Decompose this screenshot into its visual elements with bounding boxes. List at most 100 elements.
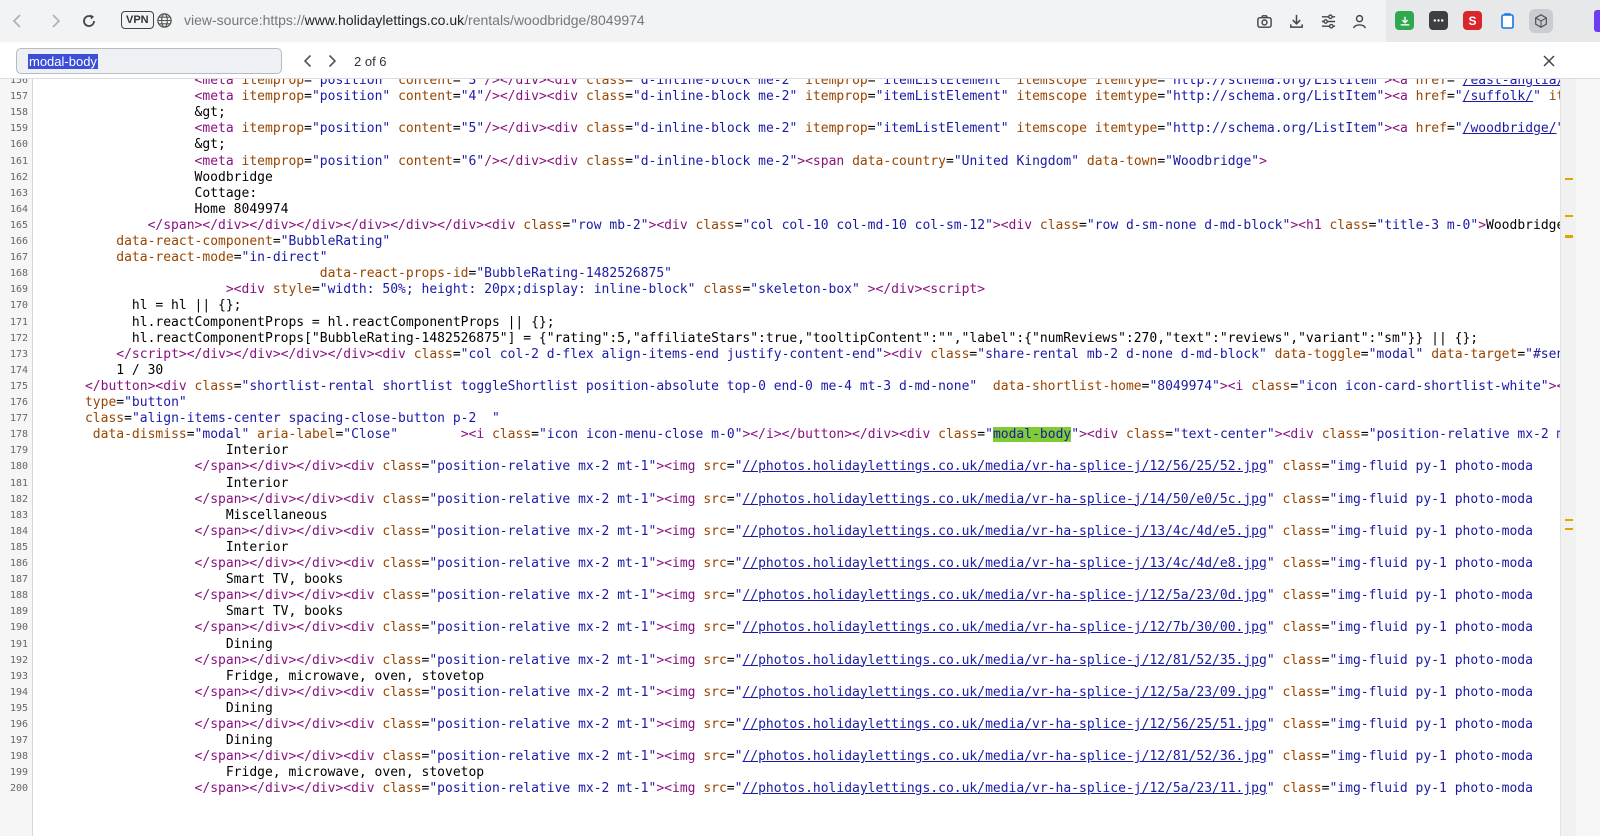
source-line: 197 Dining: [0, 733, 1560, 749]
search-match-marker: [1565, 215, 1573, 217]
source-line: 159 <meta itemprop="position" content="5…: [0, 121, 1560, 137]
source-line: 170 hl = hl || {};: [0, 298, 1560, 314]
site-info-globe-icon[interactable]: [156, 12, 173, 29]
line-number: 176: [9, 397, 28, 408]
line-number: 173: [9, 348, 28, 360]
source-line: 163 Cottage:: [0, 186, 1560, 202]
line-code: hl.reactComponentProps["BubbleRating-148…: [38, 330, 1479, 346]
line-number: 174: [9, 364, 28, 376]
search-match-marker: [1565, 178, 1573, 180]
source-line: 175 </button><div class="shortlist-renta…: [0, 379, 1560, 395]
line-number: 195: [9, 702, 28, 714]
url-domain: www.holidaylettings.co.uk: [304, 12, 465, 28]
line-code: </span></div></div><div class="position-…: [194, 620, 1533, 636]
line-number: 167: [9, 252, 28, 264]
source-line: 172 hl.reactComponentProps["BubbleRating…: [0, 331, 1560, 347]
source-line: 187 Smart TV, books: [0, 572, 1560, 588]
find-next-icon[interactable]: [323, 52, 341, 70]
forward-arrow-icon: [52, 14, 61, 28]
source-line: 169 ><div style="width: 50%; height: 20p…: [0, 282, 1560, 298]
source-line: 180 </span></div></div><div class="posit…: [0, 459, 1560, 475]
find-input[interactable]: modal-body: [16, 48, 282, 74]
source-line: 198 </span></div></div><div class="posit…: [0, 749, 1560, 765]
source-line: 162 Woodbridge: [0, 170, 1560, 186]
line-code: ><div style="width: 50%; height: 20px;di…: [225, 282, 986, 298]
source-line: 173 </script></div></div></div></div><di…: [0, 347, 1560, 363]
easy-setup-button[interactable]: [1318, 11, 1338, 31]
line-number: 191: [9, 638, 28, 650]
line-number: 169: [9, 284, 28, 296]
source-line: 194 </span></div></div><div class="posit…: [0, 685, 1560, 701]
source-line: 174 1 / 30: [0, 363, 1560, 379]
extensions-panel: S: [1386, 0, 1600, 42]
source-line: 168 data-react-props-id="BubbleRating-14…: [0, 266, 1560, 282]
line-code: <meta itemprop="position" content="3"/><…: [194, 79, 1560, 88]
source-line: 190 </span></div></div><div class="posit…: [0, 620, 1560, 636]
reload-button[interactable]: [74, 6, 104, 36]
extension-clipboard-icon[interactable]: [1497, 11, 1516, 30]
line-code: <meta itemprop="position" content="5"/><…: [194, 121, 1560, 137]
address-bar[interactable]: view-source:https://www.holidaylettings.…: [184, 12, 645, 28]
line-number: 192: [9, 654, 28, 666]
line-code: </span></div></div><div class="position-…: [194, 491, 1533, 507]
line-code: </span></div></div><div class="position-…: [194, 749, 1533, 765]
forward-button[interactable]: [40, 6, 70, 36]
line-code: Cottage:: [38, 185, 258, 201]
line-number: 161: [9, 155, 28, 167]
extension-cube-icon[interactable]: [1529, 9, 1553, 33]
line-code: hl = hl || {};: [38, 298, 242, 314]
side-panel-strip: [1576, 79, 1600, 836]
line-number: 181: [9, 477, 28, 489]
line-code: Smart TV, books: [38, 572, 344, 588]
line-code: <meta itemprop="position" content="4"/><…: [194, 89, 1560, 105]
line-number: 166: [9, 236, 28, 247]
source-line: 176 type="button": [0, 395, 1560, 411]
line-code: </span></div></div><div class="position-…: [194, 717, 1533, 732]
line-code: </span></div></div><div class="position-…: [194, 684, 1533, 700]
line-number: 159: [9, 123, 28, 135]
camera-icon: [1256, 14, 1272, 28]
line-number: 183: [9, 509, 28, 521]
back-button[interactable]: [3, 6, 33, 36]
sidebar-edge-icon[interactable]: [1594, 10, 1600, 32]
line-code: </span></div></div><div class="position-…: [194, 652, 1533, 668]
back-arrow-icon: [12, 14, 21, 28]
line-number: 197: [9, 735, 28, 747]
profile-button[interactable]: [1349, 11, 1369, 31]
extension-dots-icon[interactable]: [1429, 11, 1448, 30]
line-code: </span></div></div><div class="position-…: [194, 556, 1533, 571]
extension-s-icon[interactable]: S: [1463, 11, 1482, 30]
search-match-marker: [1565, 528, 1573, 530]
downloads-button[interactable]: [1286, 11, 1306, 31]
line-number: 182: [9, 493, 28, 505]
line-number: 188: [9, 590, 28, 602]
line-code: Interior: [38, 443, 289, 459]
screenshot-button[interactable]: [1254, 11, 1274, 31]
line-number: 180: [9, 461, 28, 473]
line-code: </span></div></div><div class="position-…: [194, 459, 1533, 475]
line-code: 1 / 30: [38, 362, 164, 378]
source-line: 157 <meta itemprop="position" content="4…: [0, 89, 1560, 105]
source-line: 158 &gt;: [0, 105, 1560, 121]
line-number: 198: [9, 751, 28, 763]
line-code: </span></div></div><div class="position-…: [194, 781, 1533, 797]
source-view[interactable]: 156 <meta itemprop="position" content="3…: [0, 79, 1560, 836]
line-code: Dining: [38, 636, 273, 652]
extension-download-icon[interactable]: [1395, 11, 1414, 30]
line-code: &gt;: [38, 105, 226, 121]
close-find-icon[interactable]: [1540, 52, 1558, 70]
source-line: 177 class="align-items-center spacing-cl…: [0, 411, 1560, 427]
find-query-text: modal-body: [28, 54, 98, 69]
source-line: 196 </span></div></div><div class="posit…: [0, 717, 1560, 733]
url-path: /rentals/woodbridge/8049974: [464, 12, 645, 28]
source-line: 156 <meta itemprop="position" content="3…: [0, 79, 1560, 89]
line-code: Dining: [38, 700, 273, 716]
line-code: Fridge, microwave, oven, stovetop: [38, 668, 485, 684]
vertical-scrollbar[interactable]: [1560, 79, 1576, 836]
find-previous-icon[interactable]: [299, 52, 317, 70]
search-match-marker: [1565, 235, 1573, 238]
vpn-badge[interactable]: VPN: [121, 11, 154, 29]
line-code: </span></div></div><div class="position-…: [194, 523, 1533, 539]
reload-icon: [83, 14, 95, 27]
line-number: 156: [9, 79, 28, 86]
